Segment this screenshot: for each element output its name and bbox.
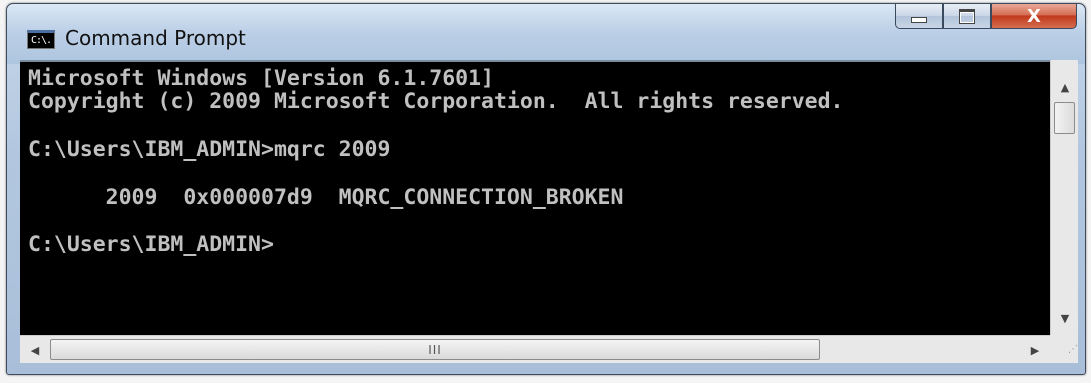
window-title: Command Prompt [65,26,246,50]
horizontal-scrollbar[interactable]: ◀ III ▶ [20,335,1050,363]
scroll-up-arrow-icon[interactable]: ▲ [1051,74,1079,100]
console-app-icon[interactable]: C:\. [27,30,55,49]
vertical-scroll-thumb[interactable] [1054,102,1075,134]
maximize-button[interactable] [943,3,991,29]
console-line: Copyright (c) 2009 Microsoft Corporation… [28,89,844,114]
horizontal-scroll-thumb[interactable]: III [50,339,820,360]
vertical-scrollbar[interactable]: ▲ ▼ [1050,60,1078,335]
scroll-left-arrow-icon[interactable]: ◀ [22,336,48,364]
console-line: Microsoft Windows [Version 6.1.7601] [28,66,494,91]
close-icon: X [1027,5,1041,27]
minimize-button[interactable] [895,3,943,29]
caption-buttons: X [895,3,1077,29]
resize-grip-icon[interactable]: ⋰ [1050,335,1078,363]
console-output[interactable]: Microsoft Windows [Version 6.1.7601] Cop… [20,60,1050,337]
close-button[interactable]: X [991,3,1077,29]
scroll-down-arrow-icon[interactable]: ▼ [1051,305,1079,331]
minimize-icon [911,17,927,23]
console-prompt-line: C:\Users\IBM_ADMIN> [28,232,274,257]
console-line: 2009 0x000007d9 MQRC_CONNECTION_BROKEN [28,185,624,210]
scroll-right-arrow-icon[interactable]: ▶ [1022,336,1048,364]
title-bar[interactable]: C:\. Command Prompt X [7,3,1085,64]
thumb-grip-icon: III [428,342,442,357]
console-line: C:\Users\IBM_ADMIN>mqrc 2009 [28,137,391,162]
maximize-icon [959,8,975,24]
